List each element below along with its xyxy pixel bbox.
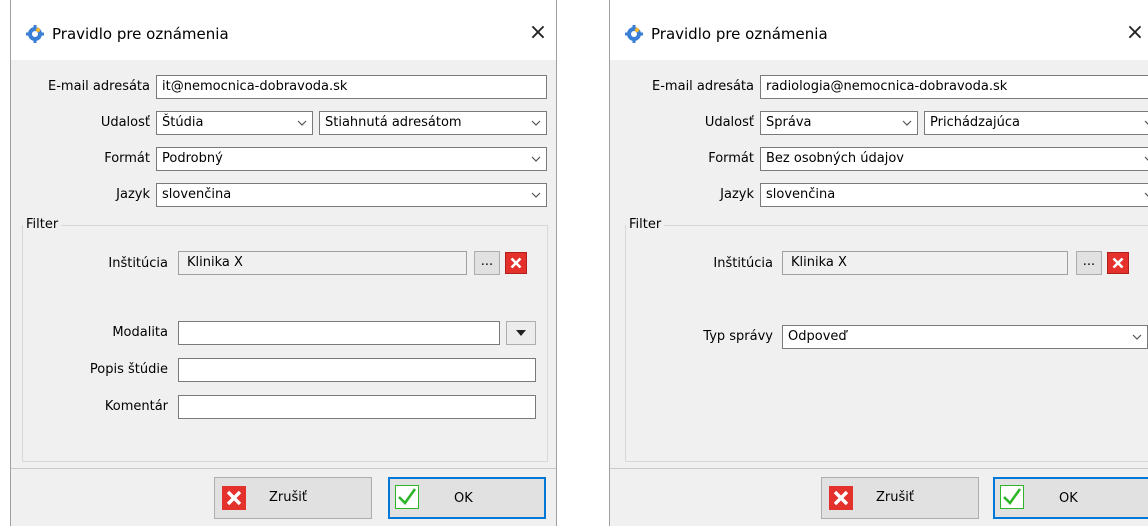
event-type-value: Štúdia bbox=[162, 115, 204, 130]
clear-x-icon bbox=[1112, 257, 1124, 269]
filter-group-label: Filter bbox=[23, 216, 62, 234]
institution-browse-button[interactable]: ... bbox=[474, 251, 500, 275]
email-field[interactable]: it@nemocnica-dobravoda.sk bbox=[156, 75, 547, 99]
cancel-button-label: Zrušiť bbox=[876, 490, 914, 505]
format-select[interactable]: Podrobný bbox=[156, 147, 547, 171]
email-field[interactable]: radiologia@nemocnica-dobravoda.sk bbox=[760, 75, 1148, 99]
cancel-button-label: Zrušiť bbox=[269, 490, 307, 505]
notification-rule-dialog-report: Pravidlo pre oznámenia × E-mail adresáta… bbox=[609, 0, 1148, 526]
institution-label: Inštitúcia bbox=[713, 256, 773, 271]
event-subtype-select[interactable]: Prichádzajúca bbox=[924, 111, 1148, 135]
cancel-x-icon bbox=[222, 486, 246, 510]
chevron-down-icon bbox=[1139, 184, 1148, 206]
format-select[interactable]: Bez osobných údajov bbox=[760, 147, 1148, 171]
caret-down-icon bbox=[516, 330, 526, 336]
modality-dropdown-button[interactable] bbox=[506, 321, 536, 345]
checkmark-icon bbox=[395, 485, 419, 509]
footer-divider bbox=[11, 468, 556, 469]
event-type-value: Správa bbox=[766, 115, 812, 130]
format-value: Podrobný bbox=[162, 151, 223, 166]
chevron-down-icon bbox=[1127, 326, 1147, 348]
event-subtype-select[interactable]: Stiahnutá adresátom bbox=[319, 111, 547, 135]
chevron-down-icon bbox=[1139, 112, 1148, 134]
institution-clear-button[interactable] bbox=[1107, 252, 1129, 274]
institution-field: Klinika X bbox=[782, 251, 1068, 275]
filter-group-label: Filter bbox=[626, 216, 665, 234]
chevron-down-icon bbox=[526, 184, 546, 206]
dialog-title: Pravidlo pre oznámenia bbox=[52, 25, 229, 43]
institution-browse-button[interactable]: ... bbox=[1076, 251, 1102, 275]
event-label: Udalosť bbox=[704, 115, 754, 130]
close-icon[interactable]: × bbox=[1122, 20, 1148, 46]
report-type-value: Odpoveď bbox=[788, 329, 847, 344]
title-bar: Pravidlo pre oznámenia × bbox=[11, 0, 556, 60]
report-type-select[interactable]: Odpoveď bbox=[782, 325, 1148, 349]
language-value: slovenčina bbox=[162, 187, 232, 202]
notification-rule-dialog-study: Pravidlo pre oznámenia × E-mail adresáta… bbox=[10, 0, 557, 526]
format-label: Formát bbox=[104, 151, 150, 166]
modality-label: Modalita bbox=[112, 325, 168, 340]
institution-field: Klinika X bbox=[178, 251, 467, 275]
language-value: slovenčina bbox=[766, 187, 836, 202]
language-select[interactable]: slovenčina bbox=[156, 183, 547, 207]
language-label: Jazyk bbox=[720, 187, 754, 202]
close-icon[interactable]: × bbox=[525, 20, 551, 46]
ok-button-label: OK bbox=[1059, 491, 1078, 506]
event-label: Udalosť bbox=[100, 115, 150, 130]
dialog-title: Pravidlo pre oznámenia bbox=[651, 25, 828, 43]
gear-icon bbox=[625, 25, 643, 43]
chevron-down-icon bbox=[292, 112, 312, 134]
email-label: E-mail adresáta bbox=[652, 79, 754, 94]
study-description-field[interactable] bbox=[178, 358, 536, 382]
chevron-down-icon bbox=[526, 148, 546, 170]
footer-divider bbox=[610, 468, 1148, 469]
ok-button-label: OK bbox=[454, 491, 473, 506]
institution-clear-button[interactable] bbox=[505, 252, 527, 274]
report-type-label: Typ správy bbox=[703, 329, 773, 344]
modality-field[interactable] bbox=[178, 321, 500, 345]
chevron-down-icon bbox=[526, 112, 546, 134]
clear-x-icon bbox=[510, 257, 522, 269]
language-label: Jazyk bbox=[116, 187, 150, 202]
event-subtype-value: Prichádzajúca bbox=[930, 115, 1020, 130]
format-label: Formát bbox=[708, 151, 754, 166]
event-subtype-value: Stiahnutá adresátom bbox=[325, 115, 462, 130]
event-type-select[interactable]: Štúdia bbox=[156, 111, 313, 135]
ok-button[interactable]: OK bbox=[388, 477, 546, 519]
comment-label: Komentár bbox=[104, 399, 168, 414]
format-value: Bez osobných údajov bbox=[766, 151, 904, 166]
event-type-select[interactable]: Správa bbox=[760, 111, 918, 135]
institution-label: Inštitúcia bbox=[108, 256, 168, 271]
email-label: E-mail adresáta bbox=[48, 79, 150, 94]
gear-icon bbox=[26, 25, 44, 43]
cancel-x-icon bbox=[829, 486, 853, 510]
comment-field[interactable] bbox=[178, 395, 536, 419]
chevron-down-icon bbox=[897, 112, 917, 134]
chevron-down-icon bbox=[1139, 148, 1148, 170]
ok-button[interactable]: OK bbox=[993, 477, 1148, 519]
cancel-button[interactable]: Zrušiť bbox=[821, 477, 979, 519]
title-bar: Pravidlo pre oznámenia × bbox=[610, 0, 1148, 60]
language-select[interactable]: slovenčina bbox=[760, 183, 1148, 207]
study-description-label: Popis štúdie bbox=[89, 362, 168, 377]
checkmark-icon bbox=[1000, 485, 1024, 509]
cancel-button[interactable]: Zrušiť bbox=[214, 477, 372, 519]
